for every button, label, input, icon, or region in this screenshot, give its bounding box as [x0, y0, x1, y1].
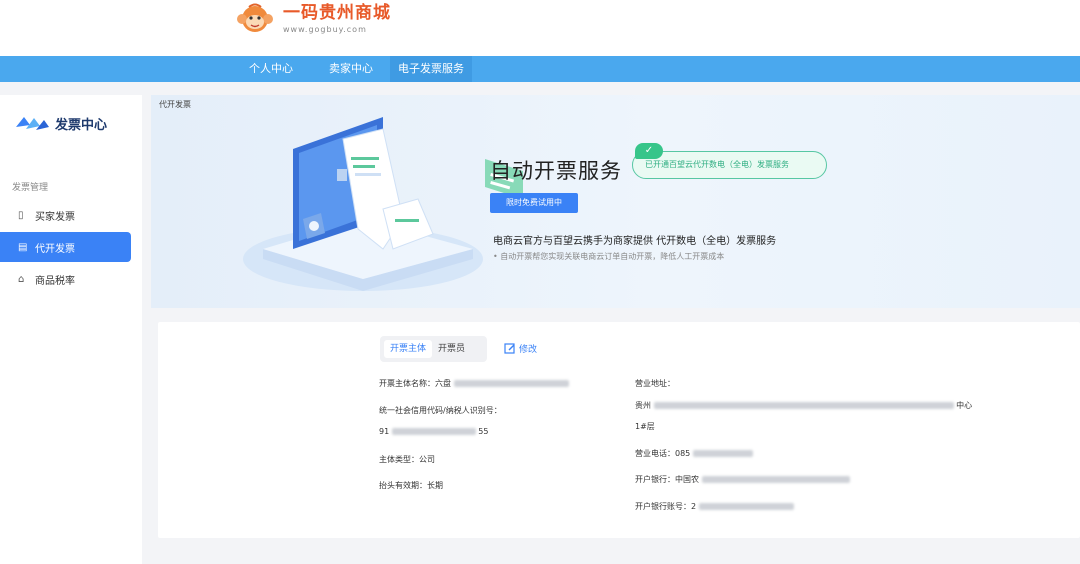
- field-label: 营业电话：: [635, 449, 675, 458]
- site-logo[interactable]: 一码贵州商城 www.gogbuy.com: [233, 2, 391, 36]
- business-address-label: 营业地址：: [635, 379, 675, 388]
- service-status-text: 已开通百望云代开数电（全电）发票服务: [645, 160, 789, 169]
- invoice-illustration: [243, 117, 523, 291]
- nav-personal-center[interactable]: 个人中心: [240, 56, 302, 82]
- sidebar: 发票中心 发票管理 ▯ 买家发票 ▤ 代开发票 ⌂ 商品税率: [0, 95, 142, 564]
- breadcrumb: 代开发票: [159, 100, 191, 109]
- tax-icon: ⌂: [18, 273, 25, 285]
- field-value-end: 55: [478, 427, 489, 436]
- field-value-end: 1#层: [635, 422, 655, 431]
- title-validity-field: 抬头有效期：长期: [379, 480, 443, 491]
- field-label: 开户银行：: [635, 475, 675, 484]
- check-icon: ✓: [635, 143, 663, 159]
- monkey-logo-icon: [237, 3, 273, 32]
- sidebar-item-label: 买家发票: [35, 211, 75, 223]
- redacted-value: [653, 402, 954, 409]
- entity-type-field: 主体类型：公司: [379, 454, 435, 465]
- invoice-center-logo-icon: [16, 117, 49, 130]
- field-value-end: 中心: [956, 401, 973, 410]
- bank-account-field: 开户银行账号：2: [635, 501, 794, 512]
- redacted-value: [692, 450, 753, 457]
- nav-e-invoice-service[interactable]: 电子发票服务: [390, 56, 472, 82]
- edit-button[interactable]: 修改: [504, 342, 537, 355]
- sidebar-item-buyer-invoice[interactable]: ▯ 买家发票: [0, 200, 131, 230]
- sidebar-group-label: 发票管理: [12, 183, 49, 193]
- sidebar-title-text: 发票中心: [55, 117, 108, 133]
- entity-tabs: 开票主体 开票员: [380, 336, 487, 362]
- logo-url: www.gogbuy.com: [283, 24, 367, 34]
- sidebar-item-label: 代开发票: [35, 243, 75, 255]
- tab-invoice-entity[interactable]: 开票主体: [384, 340, 433, 358]
- main-nav: 个人中心 卖家中心 电子发票服务: [0, 56, 1080, 82]
- business-address-line2: 1#层: [635, 421, 655, 432]
- credit-code-label: 统一社会信用代码/纳税人识别号：: [379, 406, 502, 415]
- sidebar-item-issue-invoice[interactable]: ▤ 代开发票: [0, 232, 131, 262]
- sidebar-item-label: 商品税率: [35, 275, 75, 287]
- redacted-value: [453, 380, 569, 387]
- nav-seller-center[interactable]: 卖家中心: [320, 56, 382, 82]
- redacted-value: [701, 476, 850, 483]
- edit-icon: [504, 342, 515, 354]
- document-icon: ▯: [18, 209, 24, 221]
- field-value: 中国农: [675, 475, 699, 484]
- tab-invoice-clerk[interactable]: 开票员: [432, 340, 471, 358]
- business-address-value: 贵州 中心: [635, 400, 972, 411]
- top-header: 一码贵州商城 www.gogbuy.com: [0, 0, 1080, 56]
- sidebar-item-tax-rate[interactable]: ⌂ 商品税率: [0, 264, 131, 294]
- field-value: 2: [691, 502, 697, 511]
- field-label: 开票主体名称：: [379, 379, 435, 388]
- logo-name: 一码贵州商城: [283, 2, 391, 23]
- field-label: 主体类型：: [379, 455, 419, 464]
- field-value-start: 贵州: [635, 401, 651, 410]
- entity-name-field: 开票主体名称：六盘: [379, 378, 569, 389]
- sidebar-title: 发票中心: [14, 113, 107, 133]
- field-value: 长期: [427, 481, 443, 490]
- redacted-value: [391, 428, 476, 435]
- invoice-icon: ▤: [18, 241, 28, 253]
- field-value: 085: [675, 449, 691, 458]
- credit-code-value: 91 55: [379, 427, 488, 436]
- banner-subtext: • 自动开票帮您实现关联电商云订单自动开票，降低人工开票成本: [493, 252, 725, 261]
- free-trial-button[interactable]: 限时免费试用中: [490, 193, 578, 213]
- field-value: 六盘: [435, 379, 451, 388]
- business-phone-field: 营业电话：085: [635, 448, 753, 459]
- field-value: 公司: [419, 455, 435, 464]
- field-label: 抬头有效期：: [379, 481, 427, 490]
- field-label: 开户银行账号：: [635, 502, 691, 511]
- field-value-start: 91: [379, 427, 390, 436]
- invoice-entity-card: 开票主体 开票员 修改 开票主体名称：六盘 统一社会信用代码/纳税人识别号： 9…: [158, 322, 1080, 538]
- bank-name-field: 开户银行：中国农: [635, 474, 850, 485]
- redacted-value: [698, 503, 794, 510]
- edit-label: 修改: [519, 345, 538, 355]
- service-banner: 代开发票 自动开票服务 已开通百望云代开数电（全电）发票服务 ✓ 限时免费试用中…: [151, 95, 1080, 308]
- banner-description: 电商云官方与百望云携手为商家提供 代开数电（全电）发票服务: [493, 236, 777, 247]
- banner-title: 自动开票服务: [490, 159, 622, 183]
